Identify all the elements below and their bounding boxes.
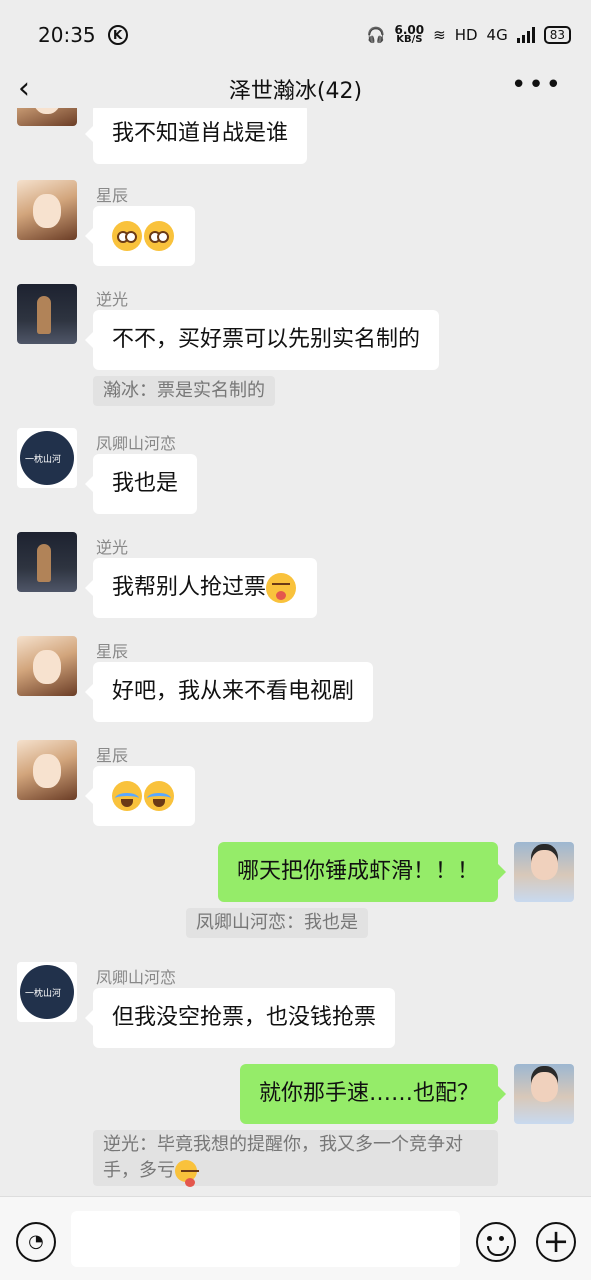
avatar[interactable] bbox=[17, 636, 77, 696]
sender-name: 星辰 bbox=[96, 642, 129, 661]
sender-name: 逆光 bbox=[96, 538, 129, 557]
avatar[interactable] bbox=[17, 284, 77, 344]
avatar[interactable] bbox=[17, 180, 77, 240]
flushed-face-icon bbox=[112, 221, 142, 251]
sender-name: 星辰 bbox=[96, 186, 129, 205]
message-bubble[interactable] bbox=[85, 206, 195, 266]
message-bubble[interactable] bbox=[85, 766, 195, 826]
chevron-left-icon[interactable]: ‹ bbox=[18, 74, 30, 104]
message-bubble[interactable]: 哪天把你锤成虾滑！！！ bbox=[217, 842, 507, 902]
sender-name: 凤卿山河恋 bbox=[96, 968, 177, 987]
sender-name: 星辰 bbox=[96, 746, 129, 765]
avatar[interactable] bbox=[17, 108, 77, 126]
plus-icon[interactable]: + bbox=[536, 1222, 576, 1262]
message-bubble[interactable]: 我帮别人抢过票 bbox=[84, 558, 318, 618]
avatar[interactable]: 一枕山河 bbox=[17, 962, 77, 1022]
emoji-icon[interactable] bbox=[476, 1222, 516, 1262]
shy-face-icon bbox=[266, 573, 297, 603]
wifi-icon: ≋ bbox=[433, 26, 446, 44]
crying-laughing-icon bbox=[112, 781, 142, 811]
avatar[interactable] bbox=[17, 532, 77, 592]
flushed-face-icon bbox=[144, 221, 174, 251]
hd-label: HD bbox=[454, 26, 478, 44]
message-input[interactable] bbox=[71, 1211, 460, 1267]
network-speed: 6.00 KB/S bbox=[394, 23, 425, 45]
status-bar: 20:35 K 🎧 6.00 KB/S ≋ HD 4G 83 bbox=[0, 0, 591, 70]
voice-icon[interactable]: ◔ bbox=[16, 1222, 56, 1262]
chat-header: ‹ 泽世瀚冰(42) ••• bbox=[0, 70, 591, 108]
message-bubble[interactable]: 不不，买好票可以先别实名制的 bbox=[84, 310, 440, 370]
avatar[interactable] bbox=[17, 740, 77, 800]
avatar[interactable] bbox=[514, 1064, 574, 1124]
headphones-icon: 🎧 bbox=[366, 26, 386, 44]
crying-laughing-icon bbox=[144, 781, 174, 811]
message-bubble[interactable]: 好吧，我从来不看电视剧 bbox=[84, 662, 374, 722]
quote-reference[interactable]: 瀚冰：票是实名制的 bbox=[93, 376, 275, 406]
quote-reference[interactable]: 逆光：毕竟我想的提醒你，我又多一个竞争对手，多亏 bbox=[93, 1130, 498, 1187]
message-bubble[interactable]: 就你那手速……也配？ bbox=[239, 1064, 507, 1124]
sender-name: 凤卿山河恋 bbox=[96, 434, 177, 453]
message-bubble[interactable]: 我不知道肖战是谁 bbox=[84, 108, 308, 164]
avatar[interactable] bbox=[514, 842, 574, 902]
more-icon[interactable]: ••• bbox=[511, 70, 563, 100]
input-bar: ◔ + bbox=[0, 1196, 591, 1280]
status-icons: 🎧 6.00 KB/S ≋ HD 4G 83 bbox=[366, 23, 571, 45]
message-bubble[interactable]: 我也是 bbox=[84, 454, 198, 514]
status-time: 20:35 bbox=[38, 23, 96, 47]
shy-face-icon bbox=[175, 1160, 199, 1187]
k-icon: K bbox=[107, 25, 128, 45]
message-list[interactable]: 我不知道肖战是谁 星辰 逆光 不不，买好票可以先别实名制的 瀚冰：票是实名制的 … bbox=[0, 108, 591, 1196]
battery-indicator: 83 bbox=[543, 26, 571, 44]
quote-reference[interactable]: 凤卿山河恋：我也是 bbox=[186, 908, 368, 938]
signal-icon bbox=[516, 27, 535, 43]
network-label: 4G bbox=[486, 26, 508, 44]
message-bubble[interactable]: 但我没空抢票，也没钱抢票 bbox=[84, 988, 396, 1048]
chat-title: 泽世瀚冰(42) bbox=[228, 79, 363, 104]
avatar[interactable]: 一枕山河 bbox=[17, 428, 77, 488]
sender-name: 逆光 bbox=[96, 290, 129, 309]
